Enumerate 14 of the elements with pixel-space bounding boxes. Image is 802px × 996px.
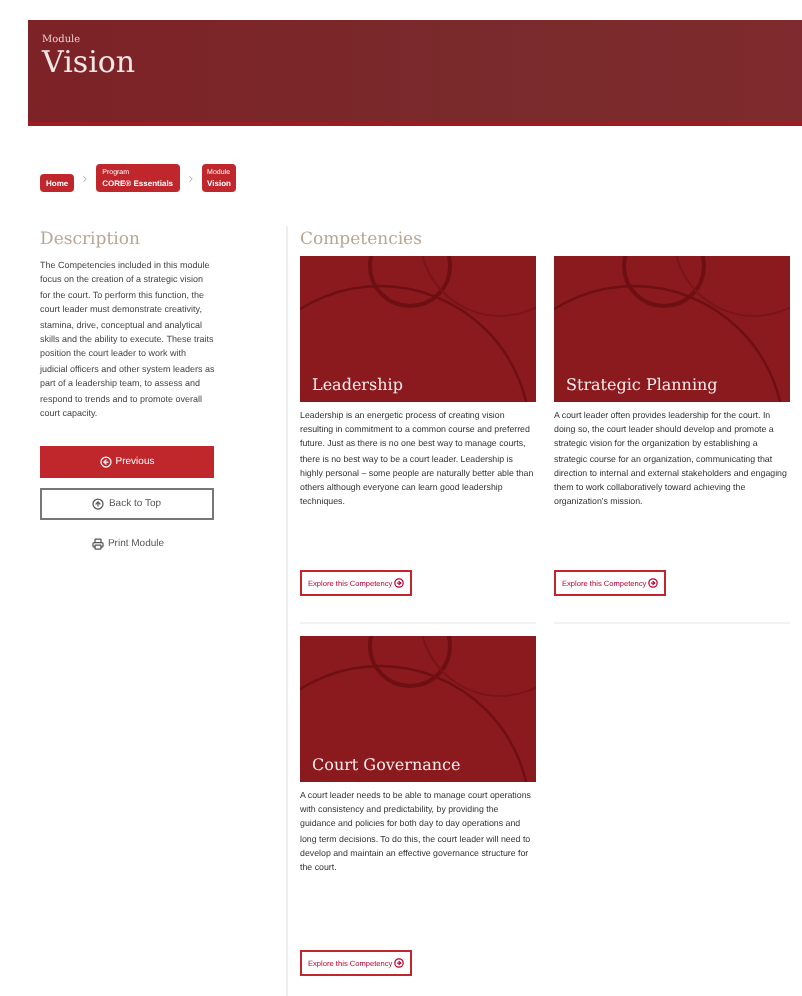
card-title: Strategic Planning (566, 376, 718, 394)
section-heading: Competencies (300, 230, 422, 250)
chevron-right-icon (80, 174, 91, 184)
circle-arrow-right-icon (648, 578, 659, 588)
circle-arrow-right-icon (394, 958, 405, 968)
circle-arrow-up-icon (92, 498, 105, 511)
card-title: Court Governance (312, 756, 461, 774)
section-heading: Description (40, 230, 140, 250)
printer-icon (91, 538, 104, 551)
card-title: Leadership (312, 376, 403, 394)
page-title: Vision (42, 48, 136, 78)
circle-arrow-left-icon (99, 456, 112, 469)
chevron-right-icon (185, 174, 196, 184)
circle-arrow-right-icon (394, 578, 405, 588)
